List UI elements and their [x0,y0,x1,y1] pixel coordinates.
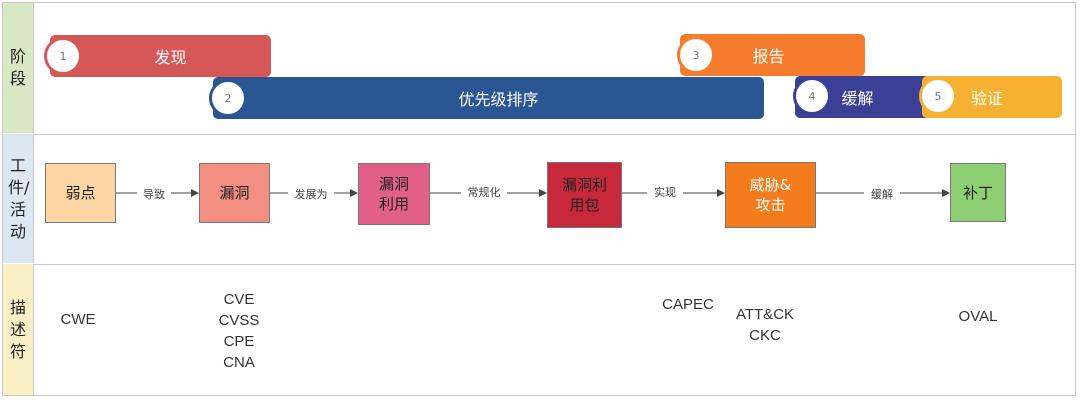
descriptor-capec: CAPEC [662,296,714,313]
artifact-weakness: 弱点 [45,163,116,223]
connector-label-develops-into: 发展为 [288,186,334,202]
descriptor-weakness: CWE [60,311,96,328]
descriptor-attack: ATT&CK CKC [735,306,795,344]
artifact-exploit-kit: 漏洞利用包 [547,162,622,228]
artifact-patch: 补丁 [950,163,1006,222]
descriptor-vulnerability: CVE CVSS CPE CNA [218,291,260,371]
connector-label-leads-to: 导致 [137,186,171,202]
artifact-threat-attack: 威胁&攻击 [725,162,816,228]
descriptor-patch: OVAL [958,308,998,325]
connector-label-mitigate: 缓解 [864,186,900,202]
artifact-exploit: 漏洞利用 [358,163,430,225]
artifact-vulnerability: 漏洞 [199,163,270,223]
connector-label-routinized: 常规化 [461,184,507,200]
connector-label-realize: 实现 [647,184,683,200]
